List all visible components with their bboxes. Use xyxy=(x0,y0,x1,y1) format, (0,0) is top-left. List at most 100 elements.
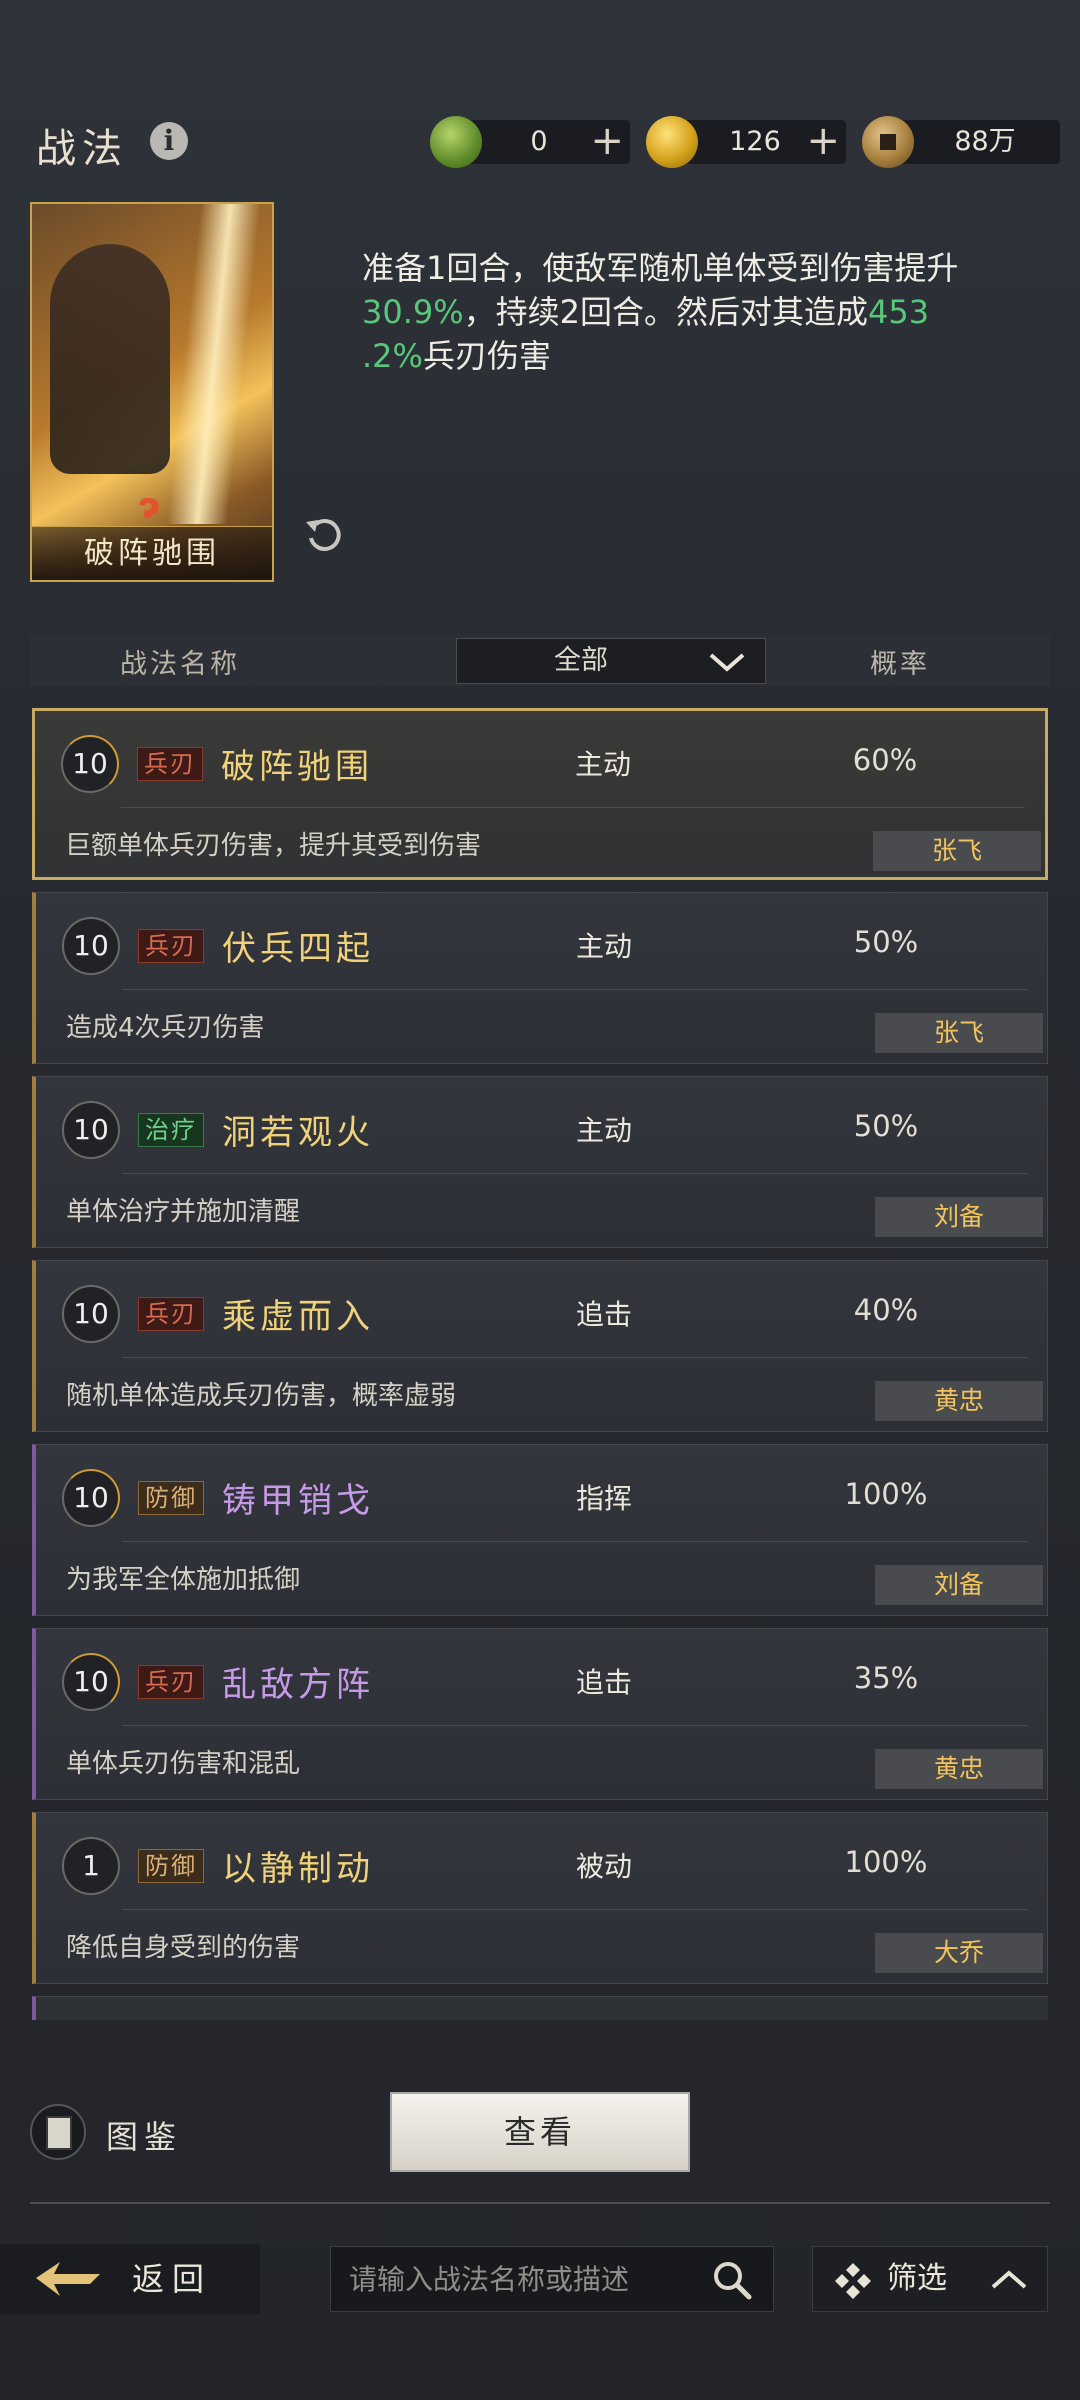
divider xyxy=(122,1725,1027,1726)
copper-coin-icon xyxy=(862,116,914,168)
skill-description: 准备1回合，使敌军随机单体受到伤害提升30.9%，持续2回合。然后对其造成453… xyxy=(362,249,959,375)
book-label[interactable]: 图鉴 xyxy=(106,2112,182,2158)
search-icon[interactable] xyxy=(711,2259,753,2301)
divider xyxy=(122,1909,1027,1910)
skill-type: 主动 xyxy=(576,930,633,963)
divider xyxy=(122,1173,1027,1174)
skill-name: 破阵驰围 xyxy=(221,747,373,787)
back-arrow-icon xyxy=(36,2262,100,2296)
search-box xyxy=(330,2246,774,2312)
skill-type: 主动 xyxy=(576,1114,633,1147)
jade-coin-icon xyxy=(430,116,482,168)
currency-value: 126 xyxy=(729,126,781,157)
skill-name: 乘虚而入 xyxy=(222,1297,374,1337)
skill-row[interactable]: 10 兵刃 伏兵四起 主动 50% 造成4次兵刃伤害 张飞 xyxy=(32,892,1048,1064)
skill-tag: 兵刃 xyxy=(138,929,204,963)
skill-summary: 造成4次兵刃伤害 xyxy=(66,1013,265,1043)
filter-icon xyxy=(835,2263,871,2299)
skill-row[interactable]: 10 治疗 洞若观火 主动 50% 单体治疗并施加清醒 刘备 xyxy=(32,1076,1048,1248)
skill-mark-icon: ɂ xyxy=(138,486,161,527)
skill-name: 乱敌方阵 xyxy=(222,1665,374,1705)
skill-row-partial[interactable] xyxy=(32,1996,1048,2020)
back-label: 返回 xyxy=(132,2260,213,2298)
blade-glow xyxy=(167,204,261,524)
skill-rate: 50% xyxy=(853,1109,919,1143)
divider xyxy=(122,1541,1027,1542)
skill-summary: 为我军全体施加抵御 xyxy=(66,1565,301,1595)
skill-name: 以静制动 xyxy=(222,1849,374,1889)
type-filter-dropdown[interactable]: 全部 xyxy=(456,638,766,684)
featured-skill-card[interactable]: ɂ 破阵驰围 xyxy=(30,202,274,582)
gold-coin-icon xyxy=(646,116,698,168)
hero-label: 黄忠 xyxy=(875,1381,1043,1421)
skill-type: 追击 xyxy=(576,1666,633,1699)
book-icon[interactable] xyxy=(30,2104,86,2160)
search-input[interactable] xyxy=(349,2247,709,2311)
page-title: 战法 xyxy=(36,126,128,172)
skill-name: 铸甲销戈 xyxy=(222,1481,374,1521)
hero-label: 刘备 xyxy=(875,1565,1043,1605)
skill-summary: 随机单体造成兵刃伤害，概率虚弱 xyxy=(66,1381,457,1411)
hero-label: 刘备 xyxy=(875,1197,1043,1237)
skill-level: 10 xyxy=(62,1101,120,1159)
skill-summary: 巨额单体兵刃伤害，提升其受到伤害 xyxy=(65,831,482,861)
add-jade-button[interactable]: + xyxy=(590,120,624,162)
currency-jade: 0 + xyxy=(430,116,630,168)
filter-label: 筛选 xyxy=(887,2261,947,2296)
skill-rate: 100% xyxy=(844,1845,928,1879)
skill-type: 追击 xyxy=(576,1298,633,1331)
column-rate-header: 概率 xyxy=(870,649,930,680)
skill-summary: 单体兵刃伤害和混乱 xyxy=(66,1749,301,1779)
skill-rate: 100% xyxy=(844,1477,928,1511)
currency-copper: 88万 xyxy=(862,116,1060,168)
hero-label: 黄忠 xyxy=(875,1749,1043,1789)
skill-tag: 兵刃 xyxy=(138,1297,204,1331)
skill-rate: 60% xyxy=(852,743,918,777)
skill-row[interactable]: 1 防御 以静制动 被动 100% 降低自身受到的伤害 大乔 xyxy=(32,1812,1048,1984)
skill-level: 10 xyxy=(62,1469,120,1527)
skill-rate: 35% xyxy=(853,1661,919,1695)
skill-row[interactable]: 10 兵刃 破阵驰围 主动 60% 巨额单体兵刃伤害，提升其受到伤害 张飞 xyxy=(32,708,1048,880)
hero-label: 张飞 xyxy=(875,1013,1043,1053)
divider xyxy=(121,807,1025,808)
skill-row[interactable]: 10 兵刃 乱敌方阵 追击 35% 单体兵刃伤害和混乱 黄忠 xyxy=(32,1628,1048,1800)
divider xyxy=(30,2202,1050,2204)
filter-value: 全部 xyxy=(554,645,608,676)
back-button[interactable]: 返回 xyxy=(0,2244,260,2314)
skill-tag: 防御 xyxy=(138,1481,204,1515)
skill-row[interactable]: 10 防御 铸甲销戈 指挥 100% 为我军全体施加抵御 刘备 xyxy=(32,1444,1048,1616)
skill-rate: 40% xyxy=(853,1293,919,1327)
refresh-icon[interactable] xyxy=(302,512,346,556)
divider xyxy=(122,989,1027,990)
skill-row[interactable]: 10 兵刃 乘虚而入 追击 40% 随机单体造成兵刃伤害，概率虚弱 黄忠 xyxy=(32,1260,1048,1432)
filter-button[interactable]: 筛选 xyxy=(812,2246,1048,2312)
hero-label: 大乔 xyxy=(875,1933,1043,1973)
skill-level: 10 xyxy=(61,735,119,793)
skill-type: 指挥 xyxy=(576,1482,633,1515)
divider xyxy=(122,1357,1027,1358)
skill-tag: 兵刃 xyxy=(138,1665,204,1699)
skill-tag: 兵刃 xyxy=(137,747,203,781)
currency-value: 0 xyxy=(530,126,548,157)
view-button[interactable]: 查看 xyxy=(390,2092,690,2172)
skill-tag: 防御 xyxy=(138,1849,204,1883)
skill-level: 10 xyxy=(62,1653,120,1711)
skill-tag: 治疗 xyxy=(138,1113,204,1147)
chevron-down-icon xyxy=(709,653,745,672)
skill-name: 伏兵四起 xyxy=(222,929,374,969)
skill-type: 被动 xyxy=(576,1850,633,1883)
add-gold-button[interactable]: + xyxy=(806,120,840,162)
skill-name: 洞若观火 xyxy=(222,1113,374,1153)
currency-value: 88万 xyxy=(954,126,1016,157)
skill-level: 10 xyxy=(62,917,120,975)
skill-rate: 50% xyxy=(853,925,919,959)
info-icon[interactable]: i xyxy=(150,122,188,160)
hero-portrait xyxy=(50,244,170,474)
skill-level: 1 xyxy=(62,1837,120,1895)
column-name-header: 战法名称 xyxy=(120,649,240,680)
hero-label: 张飞 xyxy=(873,831,1041,871)
chevron-up-icon xyxy=(991,2270,1027,2289)
skill-type: 主动 xyxy=(575,748,632,781)
skill-summary: 单体治疗并施加清醒 xyxy=(66,1197,301,1227)
currency-gold: 126 + xyxy=(646,116,846,168)
